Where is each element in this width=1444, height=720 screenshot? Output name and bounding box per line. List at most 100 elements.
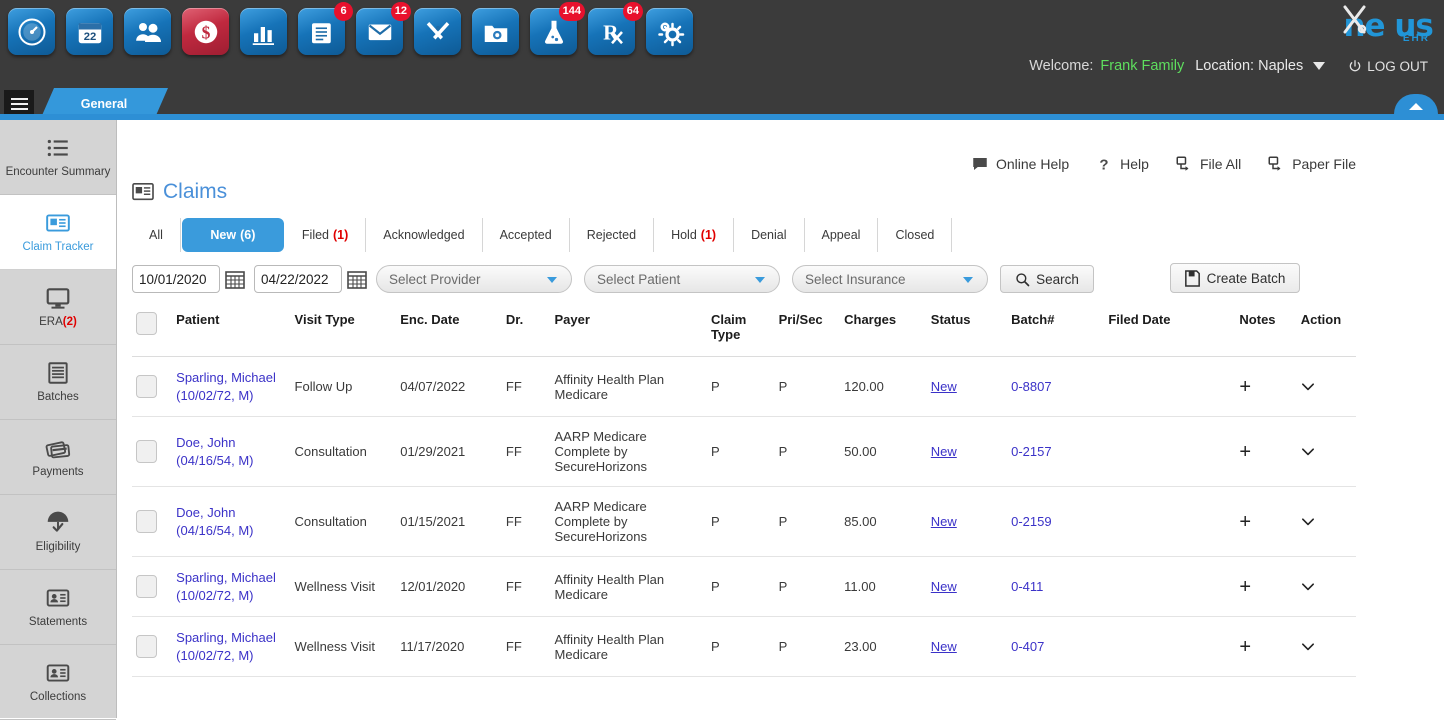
tab-new[interactable]: New(6) (182, 218, 284, 252)
cell-charges: 11.00 (840, 557, 927, 617)
batch-link[interactable]: 0-8807 (1011, 379, 1051, 394)
tab-appeal[interactable]: Appeal (805, 218, 879, 252)
tools-icon[interactable] (414, 8, 461, 55)
cell-pri-sec: P (775, 557, 841, 617)
row-checkbox[interactable] (136, 510, 157, 533)
cell-payer: AARP Medicare Complete by SecureHorizons (551, 487, 707, 557)
patient-link[interactable]: Sparling, Michael (176, 629, 286, 647)
sidebar-item-collections[interactable]: Collections (0, 645, 116, 720)
patient-select-value: Select Patient (597, 272, 680, 287)
calendar-icon[interactable]: 22 (66, 8, 113, 55)
row-checkbox[interactable] (136, 575, 157, 598)
labs-flask-icon[interactable]: 144 (530, 8, 577, 55)
cell-pri-sec: P (775, 617, 841, 677)
row-select-cell (132, 487, 172, 557)
add-note-button[interactable]: + (1239, 442, 1251, 462)
calendar-to-icon[interactable] (347, 269, 367, 289)
tab-denial[interactable]: Denial (734, 218, 804, 252)
patient-select[interactable]: Select Patient (584, 265, 780, 293)
list-icon (45, 135, 71, 161)
location-chevron-down-icon[interactable] (1313, 62, 1325, 70)
date-to-input[interactable] (254, 265, 342, 293)
add-note-button[interactable]: + (1239, 512, 1251, 532)
batch-link[interactable]: 0-407 (1011, 639, 1044, 654)
settings-gear-icon[interactable] (646, 8, 693, 55)
add-note-button[interactable]: + (1239, 637, 1251, 657)
umbrella-check-icon (45, 510, 71, 536)
cell-status: New (927, 557, 1007, 617)
sidebar-item-era[interactable]: ERA(2) (0, 270, 116, 345)
row-checkbox[interactable] (136, 440, 157, 463)
date-from-input[interactable] (132, 265, 220, 293)
cell-action (1297, 617, 1356, 677)
sidebar-item-label: Payments (32, 466, 83, 480)
status-link[interactable]: New (931, 514, 957, 529)
cell-visit-type: Consultation (291, 487, 397, 557)
patient-link[interactable]: Doe, John (176, 504, 286, 522)
chevron-down-icon[interactable] (1301, 583, 1315, 591)
tab-acknowledged[interactable]: Acknowledged (366, 218, 482, 252)
online-help-button[interactable]: Online Help (971, 155, 1069, 173)
add-note-button[interactable]: + (1239, 377, 1251, 397)
power-icon (1348, 59, 1362, 73)
sidebar-item-encounter-summary[interactable]: Encounter Summary (0, 120, 116, 195)
notes-icon[interactable]: 6 (298, 8, 345, 55)
chevron-down-icon[interactable] (1301, 643, 1315, 651)
status-link[interactable]: New (931, 379, 957, 394)
messages-envelope-icon[interactable]: 12 (356, 8, 403, 55)
row-checkbox[interactable] (136, 635, 157, 658)
tab-closed[interactable]: Closed (878, 218, 952, 252)
row-checkbox[interactable] (136, 375, 157, 398)
tab-hold[interactable]: Hold(1) (654, 218, 734, 252)
create-batch-button[interactable]: Create Batch (1170, 263, 1300, 293)
table-row: Sparling, Michael(10/02/72, M)Follow Up0… (132, 357, 1356, 417)
patient-link[interactable]: Doe, John (176, 434, 286, 452)
paper-file-button[interactable]: Paper File (1267, 155, 1356, 173)
sidebar-item-claim-tracker[interactable]: Claim Tracker (0, 195, 116, 270)
sidebar-item-eligibility[interactable]: Eligibility (0, 495, 116, 570)
dashboard-icon[interactable] (8, 8, 55, 55)
tab-accepted[interactable]: Accepted (483, 218, 570, 252)
cell-status: New (927, 617, 1007, 677)
status-link[interactable]: New (931, 579, 957, 594)
tab-filed[interactable]: Filed(1) (285, 218, 366, 252)
batch-link[interactable]: 0-411 (1011, 579, 1043, 594)
patients-icon[interactable] (124, 8, 171, 55)
select-all-checkbox[interactable] (136, 312, 157, 335)
file-all-button[interactable]: File All (1175, 155, 1241, 173)
calendar-from-icon[interactable] (225, 269, 245, 289)
tab-all[interactable]: All (132, 218, 181, 252)
logout-button[interactable]: LOG OUT (1348, 59, 1428, 74)
sidebar-item-batches[interactable]: Batches (0, 345, 116, 420)
patient-link[interactable]: Sparling, Michael (176, 569, 286, 587)
provider-select-value: Select Provider (389, 272, 481, 287)
chevron-down-icon[interactable] (1301, 518, 1315, 526)
billing-dollar-icon[interactable]: $ (182, 8, 229, 55)
cell-dr: FF (502, 417, 551, 487)
help-button[interactable]: ? Help (1095, 155, 1149, 173)
status-link[interactable]: New (931, 639, 957, 654)
batch-link[interactable]: 0-2159 (1011, 514, 1051, 529)
chevron-down-icon[interactable] (1301, 448, 1315, 456)
batch-link[interactable]: 0-2157 (1011, 444, 1051, 459)
sidebar-item-payments[interactable]: Payments (0, 420, 116, 495)
chevron-down-icon (755, 277, 765, 283)
sidebar-item-label: Eligibility (36, 541, 81, 555)
insurance-select[interactable]: Select Insurance (792, 265, 988, 293)
prescription-rx-icon[interactable]: R 64 (588, 8, 635, 55)
provider-select[interactable]: Select Provider (376, 265, 572, 293)
cell-batch: 0-411 (1007, 557, 1104, 617)
reports-chart-icon[interactable] (240, 8, 287, 55)
chevron-down-icon[interactable] (1301, 383, 1315, 391)
documents-camera-icon[interactable] (472, 8, 519, 55)
search-button[interactable]: Search (1000, 265, 1094, 293)
cell-notes: + (1235, 557, 1296, 617)
patient-link[interactable]: Sparling, Michael (176, 369, 286, 387)
svg-text:R: R (603, 20, 619, 44)
status-link[interactable]: New (931, 444, 957, 459)
sidebar-item-statements[interactable]: Statements (0, 570, 116, 645)
cell-status: New (927, 487, 1007, 557)
add-note-button[interactable]: + (1239, 577, 1251, 597)
logout-label: LOG OUT (1367, 59, 1428, 74)
tab-rejected[interactable]: Rejected (570, 218, 654, 252)
